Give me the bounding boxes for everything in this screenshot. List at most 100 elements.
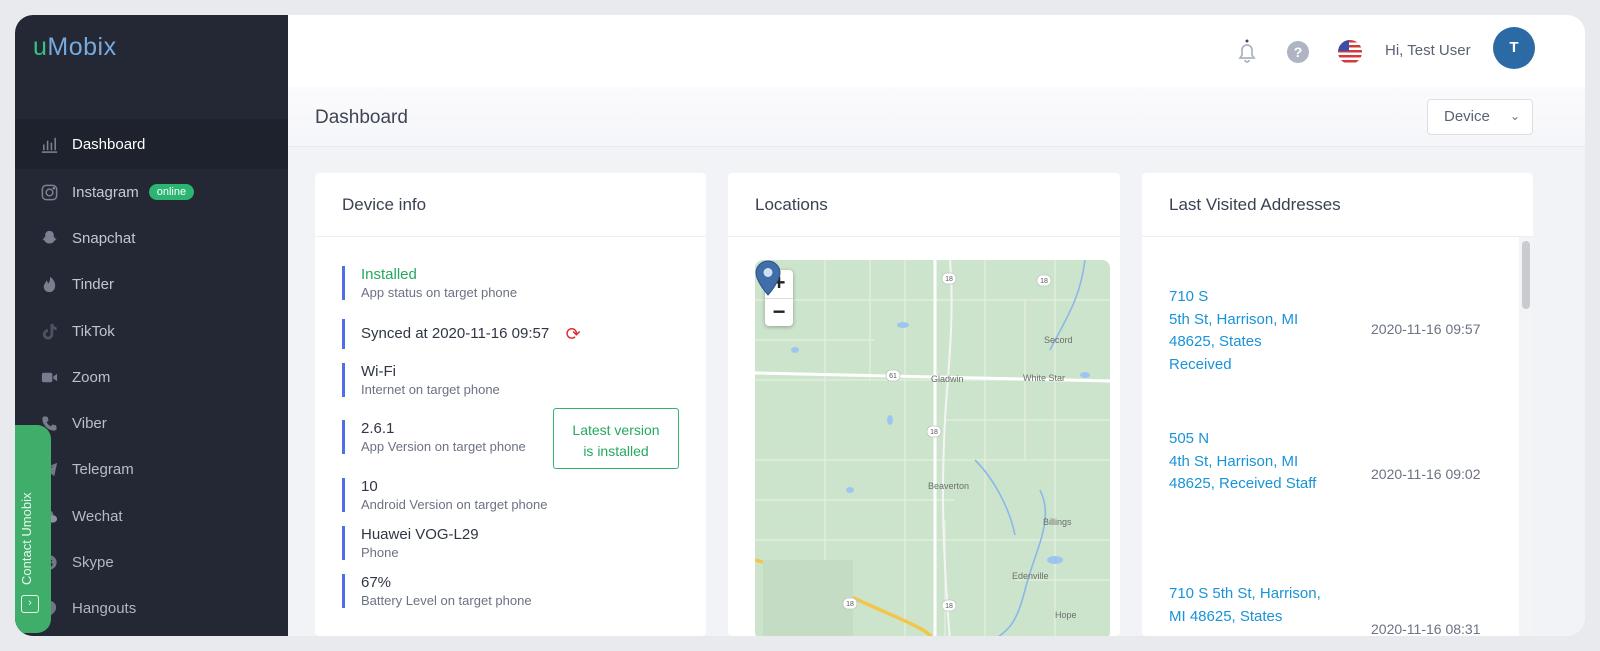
sidebar: uMobix Dashboard Instagram online Snapch… [15, 15, 288, 636]
sidebar-item-tinder[interactable]: Tinder [15, 262, 288, 308]
app-version-row: 2.6.1 App Version on target phone [342, 420, 526, 454]
logo[interactable]: uMobix [33, 33, 117, 62]
address-time: 2020-11-16 09:57 [1371, 321, 1481, 337]
battery-row: 67% Battery Level on target phone [342, 574, 532, 608]
sidebar-item-label: Wechat [72, 507, 123, 525]
place-label: Hope [1055, 610, 1077, 620]
route-label: 18 [945, 603, 953, 610]
sidebar-item-label: Zoom [72, 368, 111, 386]
flame-icon [39, 275, 59, 295]
battery-value: 67% [361, 574, 392, 591]
sidebar-item-dashboard[interactable]: Dashboard [15, 119, 288, 169]
contact-tab-label: Contact Umobix [19, 492, 34, 585]
route-label: 18 [930, 429, 938, 436]
device-info-card: Device info Installed App status on targ… [315, 173, 706, 636]
card-title: Last Visited Addresses [1142, 173, 1533, 237]
sidebar-item-label: TikTok [72, 322, 115, 340]
latest-version-badge: Latest version is installed [553, 408, 679, 469]
place-label: Beaverton [928, 481, 969, 491]
sidebar-item-label: Dashboard [72, 135, 146, 153]
app-status-label: App status on target phone [361, 285, 518, 300]
sync-row: Synced at 2020-11-16 09:57 ⟳ [342, 319, 581, 349]
sidebar-item-label: Skype [72, 554, 114, 572]
phone-row: Huawei VOG-L29 Phone [342, 526, 479, 560]
sidebar-item-label: Instagram [72, 183, 139, 201]
route-label: 18 [1040, 278, 1048, 285]
bell-icon[interactable] [1236, 39, 1258, 65]
address-time: 2020-11-16 09:02 [1371, 466, 1481, 482]
sidebar-item-tiktok[interactable]: TikTok [15, 308, 288, 354]
place-label: Gladwin [931, 374, 964, 384]
user-greeting: Hi, Test User [1385, 42, 1471, 59]
sidebar-item-viber[interactable]: Viber [15, 400, 288, 446]
avatar[interactable]: T [1493, 27, 1535, 69]
device-select[interactable]: Device ⌄ [1427, 99, 1533, 135]
sidebar-item-label: Telegram [72, 461, 134, 479]
page-header: Dashboard Device ⌄ [288, 87, 1585, 147]
help-icon[interactable]: ? [1287, 41, 1309, 63]
snapchat-icon [39, 228, 59, 248]
sidebar-item-label: Snapchat [72, 229, 136, 247]
chart-bars-icon [39, 134, 59, 154]
contact-umobix-tab[interactable]: Contact Umobix › [15, 425, 51, 633]
sidebar-item-telegram[interactable]: Telegram [15, 447, 288, 493]
android-version-row: 10 Android Version on target phone [342, 478, 547, 512]
status-badge: online [148, 184, 195, 201]
internet-label: Internet on target phone [361, 382, 500, 397]
chevron-down-icon: ⌄ [1509, 109, 1520, 123]
app-window: uMobix Dashboard Instagram online Snapch… [15, 15, 1585, 636]
device-select-value: Device [1444, 108, 1490, 125]
page-title: Dashboard [315, 107, 408, 128]
place-label: Secord [1044, 335, 1073, 345]
sidebar-item-label: Hangouts [72, 600, 137, 618]
sidebar-item-hangouts[interactable]: Hangouts [15, 586, 288, 632]
card-title: Locations [728, 173, 1120, 237]
zoom-out-button[interactable]: − [765, 299, 793, 327]
phone-label: Phone [361, 545, 399, 560]
tiktok-icon [39, 321, 59, 341]
address-link[interactable]: 710 S 5th St, Harrison, MI 48625, States [1169, 583, 1359, 628]
refresh-icon[interactable]: ⟳ [566, 324, 581, 345]
address-link[interactable]: 505 N 4th St, Harrison, MI 48625, Receiv… [1169, 428, 1359, 496]
sidebar-item-skype[interactable]: S Skype [15, 539, 288, 585]
card-title: Device info [315, 173, 706, 237]
address-link[interactable]: 710 S 5th St, Harrison, MI 48625, States… [1169, 286, 1359, 376]
app-status-row: Installed App status on target phone [342, 266, 517, 300]
app-status-value: Installed [361, 266, 417, 283]
sidebar-nav: Dashboard Instagram online Snapchat Tind… [15, 119, 288, 632]
map-canvas: 18 18 61 18 18 18 Gladwin White Star Sec… [755, 260, 1110, 636]
place-label: Billings [1043, 517, 1072, 527]
address-time: 2020-11-16 08:31 [1371, 621, 1481, 636]
android-version-value: 10 [361, 478, 378, 495]
video-camera-icon [39, 367, 59, 387]
address-list: 710 S 5th St, Harrison, MI 48625, States… [1142, 237, 1533, 636]
app-version-label: App Version on target phone [361, 439, 526, 454]
sidebar-item-label: Tinder [72, 276, 114, 294]
place-label: White Star [1023, 373, 1065, 383]
route-label: 18 [846, 601, 854, 608]
route-label: 61 [889, 373, 897, 380]
addresses-card: Last Visited Addresses 710 S 5th St, Har… [1142, 173, 1533, 636]
locations-card: Locations 18 18 61 18 18 18 Gladwin Whit… [728, 173, 1120, 636]
app-version-value: 2.6.1 [361, 420, 395, 437]
us-flag-icon[interactable] [1338, 40, 1362, 64]
instagram-icon [39, 182, 59, 202]
sidebar-item-wechat[interactable]: Wechat [15, 493, 288, 539]
sidebar-item-instagram[interactable]: Instagram online [15, 169, 288, 215]
scrollbar-thumb[interactable] [1522, 241, 1530, 309]
map-pin-icon[interactable] [755, 260, 781, 296]
sidebar-item-zoom[interactable]: Zoom [15, 354, 288, 400]
route-label: 18 [945, 276, 953, 283]
synced-text: Synced at 2020-11-16 09:57 [361, 325, 550, 342]
top-header: ? Hi, Test User T [288, 15, 1585, 87]
sidebar-item-label: Viber [72, 415, 107, 433]
internet-value: Wi-Fi [361, 363, 396, 380]
chat-icon: › [21, 595, 39, 613]
battery-label: Battery Level on target phone [361, 593, 532, 608]
phone-value: Huawei VOG-L29 [361, 526, 479, 543]
internet-row: Wi-Fi Internet on target phone [342, 363, 500, 397]
sidebar-item-snapchat[interactable]: Snapchat [15, 215, 288, 261]
map[interactable]: 18 18 61 18 18 18 Gladwin White Star Sec… [755, 260, 1110, 636]
android-version-label: Android Version on target phone [361, 497, 548, 512]
place-label: Edenville [1012, 571, 1049, 581]
